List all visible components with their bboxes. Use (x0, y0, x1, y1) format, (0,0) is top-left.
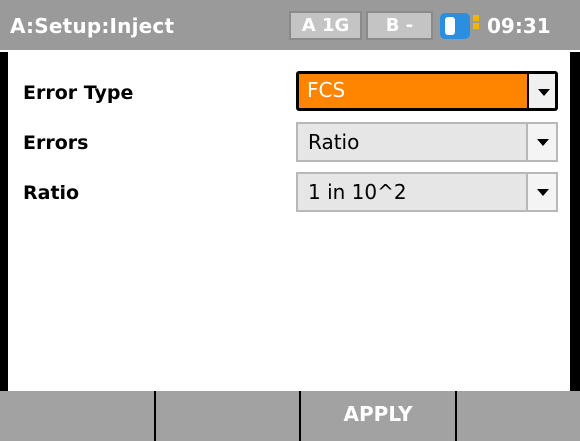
chevron-down-icon[interactable] (526, 174, 556, 210)
title-bar: A:Setup:Inject A 1G B - 09:31 (0, 0, 580, 52)
error-type-dropdown[interactable]: FCS (296, 71, 558, 111)
battery-level-icon (473, 15, 479, 37)
chevron-down-icon[interactable] (527, 74, 555, 108)
battery-icon (440, 13, 470, 39)
softkey-2[interactable] (156, 391, 299, 441)
settings-panel: Error Type FCS Errors Ratio Ratio 1 in 1… (8, 52, 570, 391)
ratio-label: Ratio (23, 182, 80, 204)
errors-value: Ratio (308, 130, 360, 154)
error-type-value: FCS (307, 78, 346, 102)
page-title: A:Setup:Inject (10, 14, 175, 38)
softkey-4[interactable] (457, 391, 580, 441)
screen: A:Setup:Inject A 1G B - 09:31 Error Type… (0, 0, 580, 441)
ratio-value: 1 in 10^2 (308, 180, 407, 204)
apply-button[interactable]: APPLY (301, 391, 455, 441)
port-b-status[interactable]: B - (366, 11, 433, 40)
port-a-status[interactable]: A 1G (289, 11, 362, 40)
clock: 09:31 (487, 14, 551, 38)
errors-label: Errors (23, 132, 89, 154)
softkey-1[interactable] (0, 391, 154, 441)
ratio-dropdown[interactable]: 1 in 10^2 (296, 172, 558, 212)
chevron-down-icon[interactable] (526, 124, 556, 160)
softkey-bar: APPLY (0, 391, 580, 441)
error-type-label: Error Type (23, 82, 134, 104)
errors-dropdown[interactable]: Ratio (296, 122, 558, 162)
